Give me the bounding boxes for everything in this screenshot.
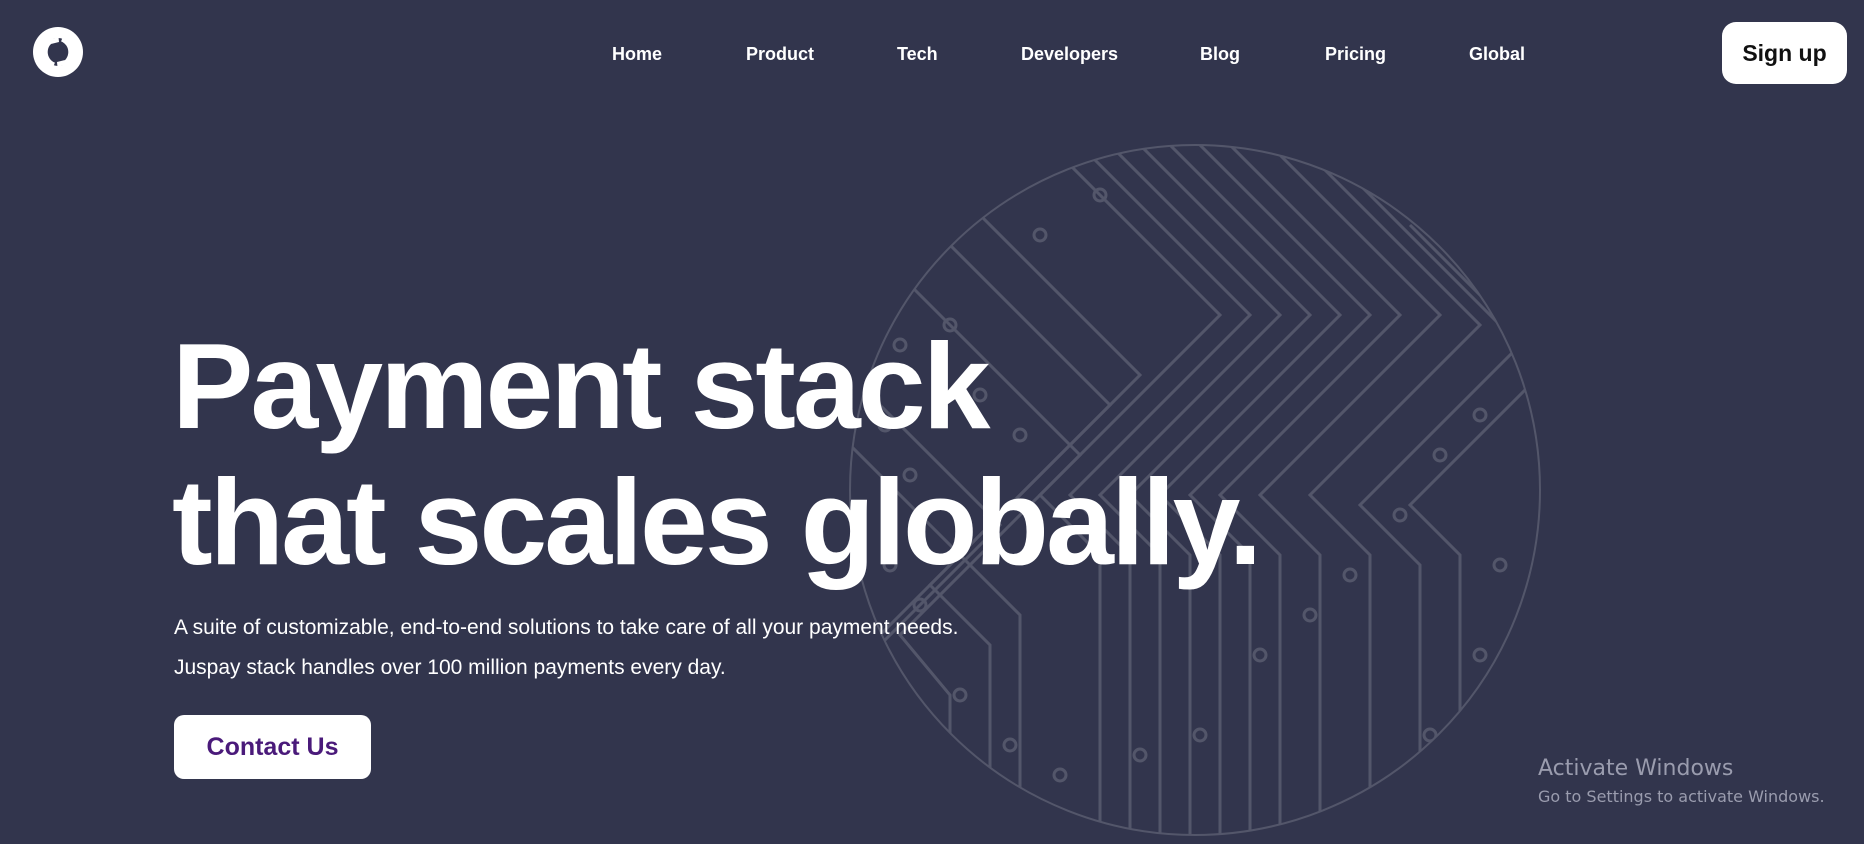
nav-tech[interactable]: Tech: [897, 44, 938, 65]
hero-subtitle-line-1: A suite of customizable, end-to-end solu…: [174, 616, 959, 639]
watermark-title: Activate Windows: [1538, 756, 1734, 781]
page: Home Product Tech Developers Blog Pricin…: [0, 0, 1864, 844]
signup-button[interactable]: Sign up: [1722, 22, 1847, 84]
nav-global[interactable]: Global: [1469, 44, 1525, 65]
windows-activation-watermark: Activate Windows Go to Settings to activ…: [1538, 754, 1825, 810]
nav-developers[interactable]: Developers: [1021, 44, 1118, 65]
main-nav: Home Product Tech Developers Blog Pricin…: [0, 44, 1864, 66]
hero-title-line-2: that scales globally.: [172, 454, 1262, 590]
nav-pricing[interactable]: Pricing: [1325, 44, 1386, 65]
nav-home[interactable]: Home: [612, 44, 662, 65]
contact-us-button[interactable]: Contact Us: [174, 715, 371, 779]
nav-product[interactable]: Product: [746, 44, 814, 65]
hero-title-line-1: Payment stack: [172, 318, 990, 454]
hero-title: Payment stack that scales globally.: [172, 318, 1262, 590]
nav-blog[interactable]: Blog: [1200, 44, 1240, 65]
watermark-subtitle: Go to Settings to activate Windows.: [1538, 787, 1825, 806]
hero-subtitle-line-2: Juspay stack handles over 100 million pa…: [174, 656, 726, 679]
hero-subtitle: A suite of customizable, end-to-end solu…: [174, 608, 958, 688]
